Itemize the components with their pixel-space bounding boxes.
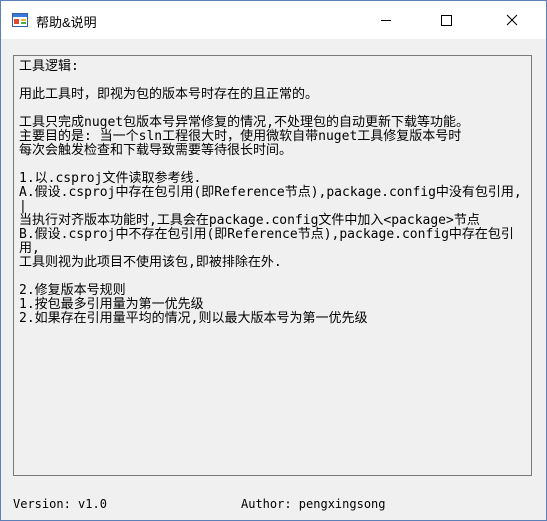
help-line: 工具逻辑: xyxy=(19,59,79,74)
help-line xyxy=(19,270,527,284)
help-line: 2.修复版本号规则 xyxy=(19,283,126,298)
help-line xyxy=(19,74,527,88)
maximize-icon xyxy=(441,15,452,26)
help-textbox[interactable]: 工具逻辑: 用此工具时，即视为包的版本号时存在的且正常的。 工具只完成nuget… xyxy=(13,55,532,476)
author-label: Author: pengxingsong xyxy=(241,497,386,511)
help-line: 当执行对齐版本功能时,工具会在package.config文件中加入<packa… xyxy=(19,213,480,228)
title-bar[interactable]: 帮助&说明 xyxy=(1,1,546,39)
help-line: 每次会触发检查和下载导致需要等待很长时间。 xyxy=(19,143,293,158)
help-line: 1.按包最多引用量为第一优先级 xyxy=(19,297,204,312)
minimize-button[interactable] xyxy=(363,1,409,39)
close-button[interactable] xyxy=(489,1,535,39)
help-line: 2.如果存在引用量平均的情况,则以最大版本号为第一优先级 xyxy=(19,311,368,326)
help-window: 帮助&说明 工具逻辑: 用此工具时，即视为包的版本号时存在的且正常的。 工具只完… xyxy=(0,0,547,521)
window-title: 帮助&说明 xyxy=(36,15,97,30)
help-line: 用此工具时，即视为包的版本号时存在的且正常的。 xyxy=(19,87,319,102)
help-line: 1.以.csproj文件读取参考线. xyxy=(19,171,202,186)
help-line: 工具只完成nuget包版本号异常修复的情况,不处理包的自动更新下载等功能。 xyxy=(19,115,469,130)
help-line: 主要目的是: 当一个sln工程很大时，使用微软自带nuget工具修复版本号时 xyxy=(19,129,462,144)
window-content: 工具逻辑: 用此工具时，即视为包的版本号时存在的且正常的。 工具只完成nuget… xyxy=(1,39,546,520)
help-line: 工具则视为此项目不使用该包,即被排除在外. xyxy=(19,255,282,270)
version-label: Version: v1.0 xyxy=(13,497,107,511)
help-line: B.假设.csproj中不存在包引用(即Reference节点),package… xyxy=(19,227,514,256)
help-line xyxy=(19,158,527,172)
close-icon xyxy=(506,14,518,26)
help-line: A.假设.csproj中存在包引用(即Reference节点),package.… xyxy=(19,185,522,214)
help-line xyxy=(19,102,527,116)
maximize-button[interactable] xyxy=(423,1,469,39)
windows-form-icon[interactable] xyxy=(12,12,28,28)
minimize-icon xyxy=(381,20,391,21)
